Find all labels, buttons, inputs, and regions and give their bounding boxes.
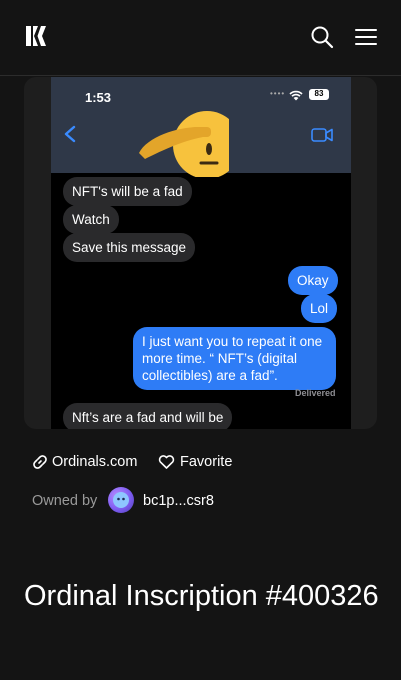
page-title: Ordinal Inscription #400326 xyxy=(24,580,379,612)
chat-screenshot: 1:53 •••• 83 NFT's will be a fad Watch S… xyxy=(51,77,351,429)
search-icon[interactable] xyxy=(310,25,334,49)
favorite-button[interactable]: Favorite xyxy=(158,454,232,470)
brand-logo-icon[interactable] xyxy=(24,24,48,48)
delivered-status: Delivered xyxy=(295,388,336,398)
top-navigation-bar xyxy=(0,0,401,76)
owner-address-link[interactable]: bc1p...csr8 xyxy=(143,493,214,509)
inscription-preview-card[interactable]: 1:53 •••• 83 NFT's will be a fad Watch S… xyxy=(24,77,377,429)
status-time: 1:53 xyxy=(85,90,112,105)
message-bubble: Watch xyxy=(63,205,119,234)
message-bubble: I just want you to repeat it one more ti… xyxy=(133,327,336,390)
ordinals-link[interactable]: Ordinals.com xyxy=(32,454,137,470)
link-icon xyxy=(33,455,47,469)
avatar-face-icon xyxy=(113,492,129,508)
owned-by-label: Owned by xyxy=(32,493,98,509)
battery-level: 83 xyxy=(314,89,324,98)
message-bubble: Save this message xyxy=(63,233,196,262)
wifi-icon xyxy=(289,90,303,101)
ordinals-link-label: Ordinals.com xyxy=(52,454,138,470)
favorite-label: Favorite xyxy=(180,454,233,470)
heart-icon xyxy=(158,455,175,469)
message-bubble: Okay xyxy=(288,266,338,295)
owner-avatar[interactable] xyxy=(108,487,134,513)
battery-icon: 83 xyxy=(309,89,329,100)
saluting-face-emoji-icon xyxy=(139,111,229,177)
hamburger-menu-icon[interactable] xyxy=(354,27,378,47)
message-bubble: Nft’s are a fad and will be xyxy=(63,403,233,429)
message-bubble: Lol xyxy=(301,294,338,323)
video-call-icon xyxy=(311,128,333,142)
signal-dots-icon: •••• xyxy=(270,89,286,98)
message-bubble: NFT's will be a fad xyxy=(63,177,192,206)
back-chevron-icon xyxy=(64,125,76,143)
